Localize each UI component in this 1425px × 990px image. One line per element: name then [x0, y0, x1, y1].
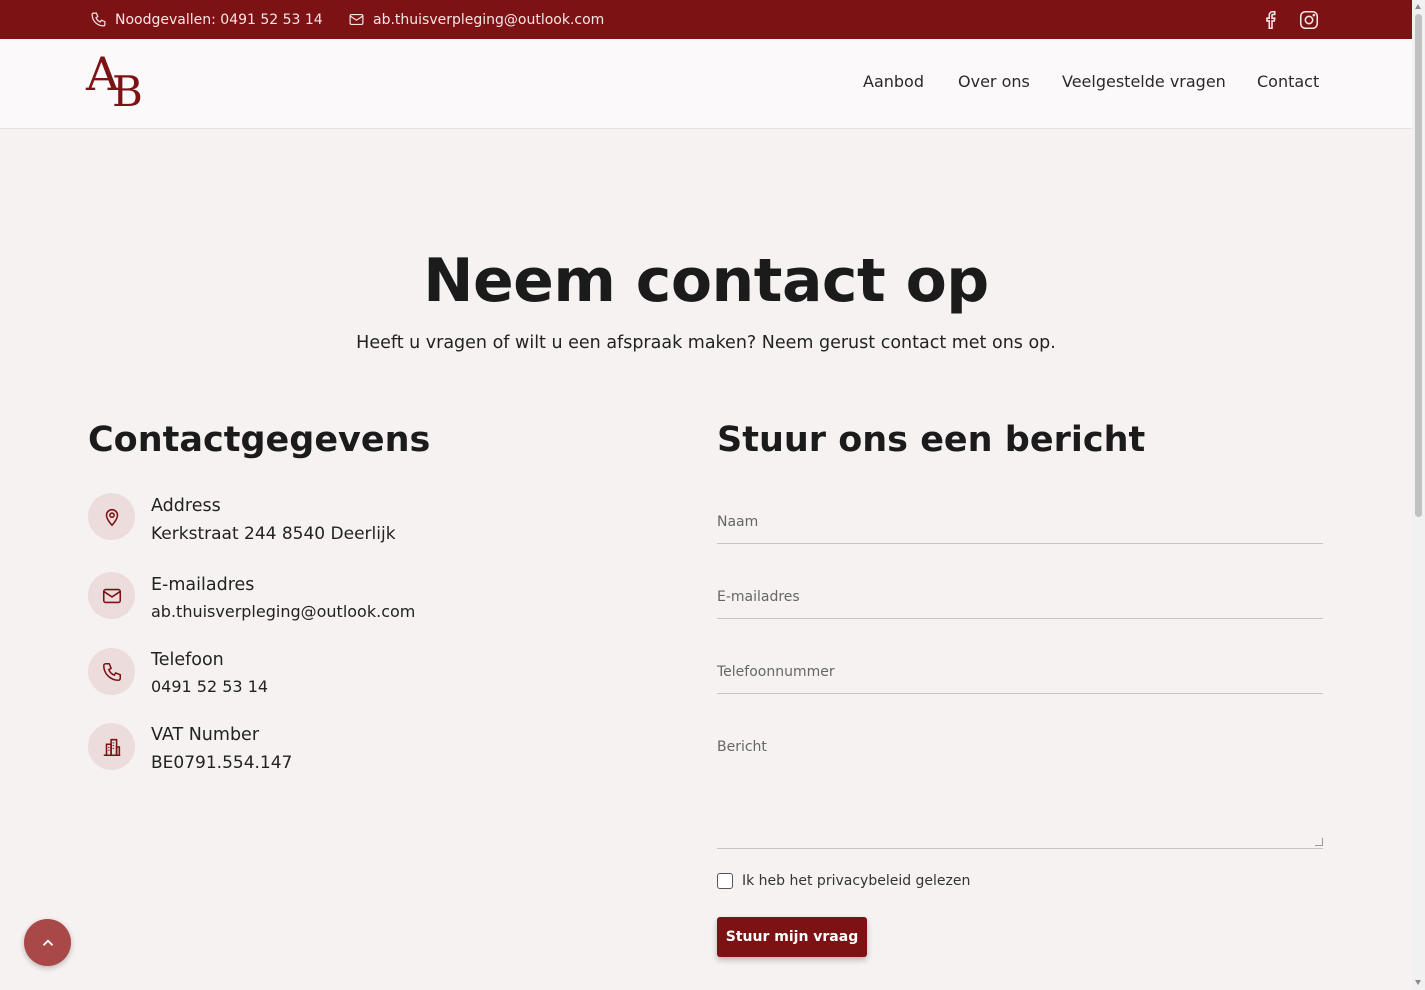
vat-value: BE0791.554.147	[151, 753, 293, 773]
privacy-checkbox-label[interactable]: Ik heb het privacybeleid gelezen	[742, 873, 970, 889]
top-bar: Noodgevallen: 0491 52 53 14 ab.thuisverp…	[0, 0, 1412, 39]
email-value[interactable]: ab.thuisverpleging@outlook.com	[151, 602, 415, 621]
name-field[interactable]: Naam	[717, 505, 1323, 544]
mail-icon	[102, 588, 121, 603]
building-icon	[103, 738, 120, 756]
page-title: Neem contact op	[423, 246, 989, 316]
site-header: A B Aanbod Over ons Veelgestelde vragen …	[0, 39, 1412, 129]
scroll-down-arrow-icon[interactable]	[1415, 980, 1421, 985]
page-subtitle: Heeft u vragen of wilt u een afspraak ma…	[356, 333, 1056, 353]
location-pin-icon	[105, 508, 118, 526]
page-scrollbar[interactable]	[1412, 0, 1425, 990]
logo-letter-b: B	[112, 67, 143, 116]
facebook-link[interactable]	[1261, 0, 1283, 39]
email-link[interactable]: ab.thuisverpleging@outlook.com	[348, 0, 604, 39]
scroll-up-arrow-icon[interactable]	[1415, 4, 1421, 9]
facebook-icon	[1266, 10, 1276, 29]
vat-icon-circle	[88, 723, 135, 770]
name-input[interactable]	[717, 505, 1323, 543]
nav-over-ons[interactable]: Over ons	[958, 72, 1030, 91]
contact-vat: VAT Number BE0791.554.147	[88, 723, 588, 783]
nav-faq[interactable]: Veelgestelde vragen	[1062, 72, 1226, 91]
logo[interactable]: A B	[86, 51, 148, 117]
scroll-to-top-button[interactable]	[24, 919, 71, 966]
phone-icon-circle	[88, 648, 135, 695]
submit-button[interactable]: Stuur mijn vraag	[717, 917, 867, 957]
scrollbar-thumb[interactable]	[1415, 14, 1422, 517]
contact-phone: Telefoon 0491 52 53 14	[88, 648, 588, 708]
emergency-phone-text: Noodgevallen: 0491 52 53 14	[115, 11, 323, 28]
nav-contact[interactable]: Contact	[1257, 72, 1319, 91]
phone-icon	[91, 12, 106, 27]
phone-icon	[102, 662, 121, 681]
nav-aanbod[interactable]: Aanbod	[863, 72, 924, 91]
instagram-icon	[1299, 10, 1319, 29]
email-field[interactable]: E-mailadres	[717, 580, 1323, 619]
phone-value[interactable]: 0491 52 53 14	[151, 677, 268, 696]
email-input[interactable]	[717, 580, 1323, 618]
phone-label: Telefoon	[151, 650, 224, 670]
address-icon-circle	[88, 493, 135, 540]
emergency-phone-link[interactable]: Noodgevallen: 0491 52 53 14	[90, 0, 323, 39]
instagram-link[interactable]	[1298, 0, 1320, 39]
message-textarea[interactable]	[717, 730, 1323, 848]
contact-details-title: Contactgegevens	[88, 420, 431, 460]
address-value: Kerkstraat 244 8540 Deerlijk	[151, 524, 396, 544]
message-form-title: Stuur ons een bericht	[717, 420, 1146, 460]
privacy-checkbox-row[interactable]: Ik heb het privacybeleid gelezen	[717, 873, 970, 889]
message-field[interactable]: Bericht	[717, 730, 1323, 849]
mail-icon	[349, 13, 364, 26]
address-label: Address	[151, 496, 221, 516]
contact-address: Address Kerkstraat 244 8540 Deerlijk	[88, 493, 588, 553]
resize-handle-icon[interactable]	[1315, 838, 1323, 846]
vat-label: VAT Number	[151, 725, 260, 745]
contact-email: E-mailadres ab.thuisverpleging@outlook.c…	[88, 572, 588, 632]
phone-field[interactable]: Telefoonnummer	[717, 655, 1323, 694]
email-text: ab.thuisverpleging@outlook.com	[373, 11, 605, 28]
email-icon-circle	[88, 572, 135, 619]
phone-input[interactable]	[717, 655, 1323, 693]
email-label: E-mailadres	[151, 575, 255, 595]
chevron-up-icon	[42, 938, 53, 946]
privacy-checkbox[interactable]	[717, 873, 733, 889]
